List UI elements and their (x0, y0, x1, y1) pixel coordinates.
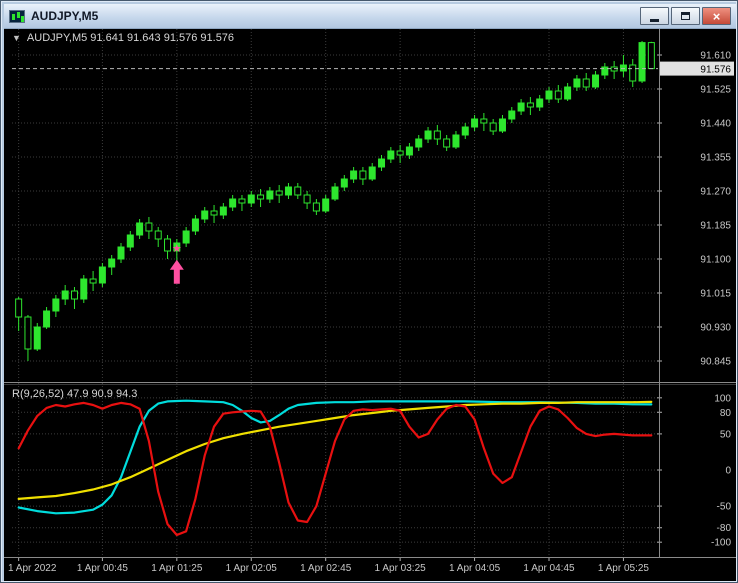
svg-text:-100: -100 (711, 538, 731, 549)
minimize-button[interactable] (640, 7, 669, 25)
svg-text:1 Apr 02:45: 1 Apr 02:45 (300, 563, 352, 574)
indicator-line-fast (17, 401, 653, 537)
svg-text:91.440: 91.440 (700, 119, 731, 130)
svg-text:100: 100 (714, 393, 731, 404)
svg-text:1 Apr 01:25: 1 Apr 01:25 (151, 563, 203, 574)
svg-text:91.015: 91.015 (700, 289, 731, 300)
svg-text:0: 0 (725, 466, 731, 477)
chart-client-area: ★ 91.610 91.525 91.440 91.355 91.270 91.185 91.… (4, 29, 736, 581)
svg-text:91.610: 91.610 (700, 51, 731, 62)
svg-text:91.576: 91.576 (700, 65, 731, 76)
svg-text:1 Apr 02:05: 1 Apr 02:05 (226, 563, 278, 574)
svg-text:1 Apr 00:45: 1 Apr 00:45 (77, 563, 129, 574)
svg-text:1 Apr 03:25: 1 Apr 03:25 (375, 563, 427, 574)
window-title: AUDJPY,M5 (31, 9, 99, 23)
window-controls: × (640, 7, 731, 25)
quick-trade-arrow-icon[interactable]: ▼ (12, 33, 21, 43)
indicator-line-slow (17, 400, 653, 500)
svg-text:90.845: 90.845 (700, 357, 731, 368)
grid-layer (12, 29, 658, 557)
svg-text:1 Apr 05:25: 1 Apr 05:25 (598, 563, 650, 574)
svg-text:91.270: 91.270 (700, 187, 731, 198)
window-titlebar[interactable]: AUDJPY,M5 × (4, 4, 736, 29)
svg-text:91.100: 91.100 (700, 255, 731, 266)
svg-text:-50: -50 (717, 502, 732, 513)
buy-signal-marker: ★ (169, 243, 184, 284)
svg-text:1 Apr 2022: 1 Apr 2022 (8, 563, 57, 574)
svg-text:1 Apr 04:05: 1 Apr 04:05 (449, 563, 501, 574)
svg-text:50: 50 (720, 429, 732, 440)
close-button[interactable]: × (702, 7, 731, 25)
chart-canvas[interactable]: ★ 91.610 91.525 91.440 91.355 91.270 91.185 91.… (4, 29, 736, 581)
svg-text:-80: -80 (717, 523, 732, 534)
minimize-icon (650, 19, 659, 22)
restore-icon (681, 12, 690, 20)
svg-text:91.525: 91.525 (700, 85, 731, 96)
svg-text:1 Apr 04:45: 1 Apr 04:45 (523, 563, 575, 574)
close-icon: × (712, 8, 721, 24)
chart-window-icon (9, 9, 25, 23)
svg-text:★: ★ (172, 243, 182, 255)
svg-text:91.185: 91.185 (700, 221, 731, 232)
svg-text:90.930: 90.930 (700, 323, 731, 334)
buy-arrow-icon (169, 259, 184, 284)
restore-button[interactable] (671, 7, 700, 25)
svg-text:91.355: 91.355 (700, 153, 731, 164)
indicator-layer (17, 399, 653, 537)
svg-text:80: 80 (720, 408, 732, 419)
chart-window: AUDJPY,M5 × ★ 91.610 91.525 91.440 91.355 91.… (0, 0, 738, 583)
